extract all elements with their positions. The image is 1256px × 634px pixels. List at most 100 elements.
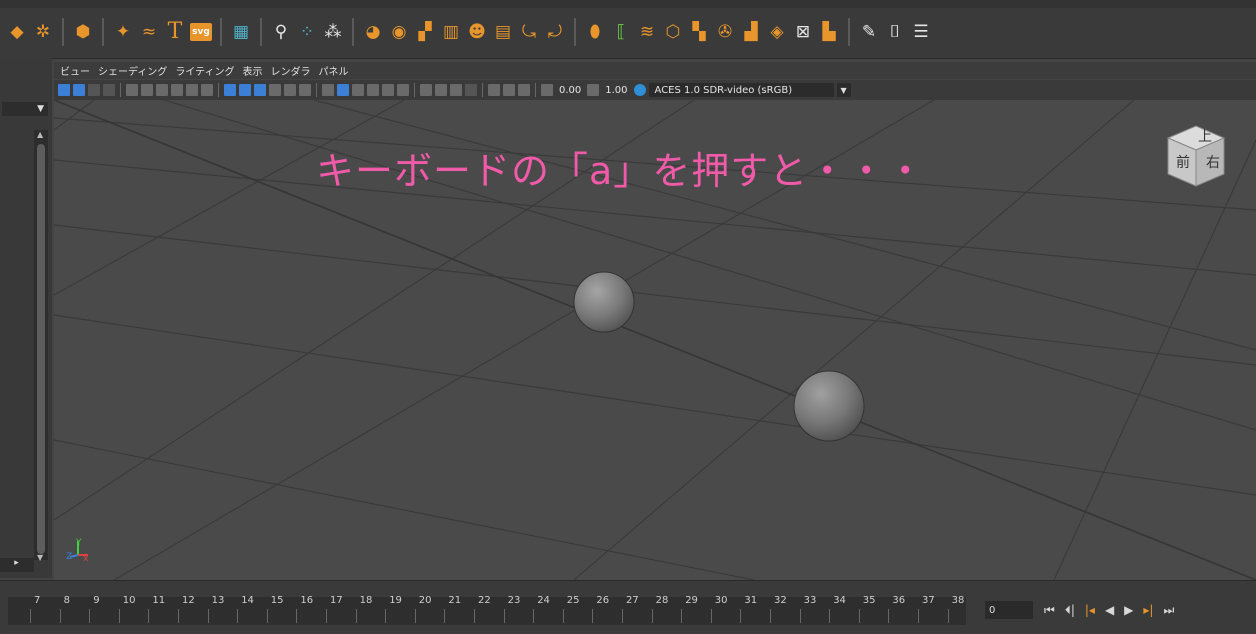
frame-icon[interactable]: ⌷ — [884, 21, 906, 43]
gamma-value[interactable]: 1.00 — [605, 85, 627, 96]
shadows-icon[interactable] — [322, 84, 334, 96]
diamond-icon[interactable]: ◆ — [6, 21, 28, 43]
joint-icon[interactable]: ⚲ — [270, 21, 292, 43]
shelf-separator — [102, 18, 104, 46]
paint-icon[interactable]: ◕ — [362, 21, 384, 43]
calculator-icon[interactable]: ▦ — [230, 21, 252, 43]
cube-stack-icon[interactable]: ▟ — [740, 21, 762, 43]
x-ray-components-icon[interactable] — [382, 84, 394, 96]
viewcube-right-label[interactable]: 右 — [1206, 152, 1220, 172]
go-to-start-icon[interactable]: ⏮ — [1044, 603, 1055, 618]
wireframe-icon[interactable] — [224, 84, 236, 96]
grid-icon[interactable]: ▤ — [492, 21, 514, 43]
flip-icon[interactable]: ⤾ — [544, 21, 566, 43]
resolution-gate-icon[interactable] — [171, 84, 183, 96]
building-icon[interactable]: ▥ — [440, 21, 462, 43]
menu-shading[interactable]: シェーディング — [98, 63, 167, 78]
scatter-cubes-icon[interactable]: ▚ — [688, 21, 710, 43]
shelf-tabs[interactable] — [0, 0, 1256, 8]
play-backward-icon[interactable]: ◀ — [1105, 603, 1114, 617]
tick-label: 17 — [330, 595, 343, 606]
dot-grid-icon[interactable]: ⁘ — [296, 21, 318, 43]
grid-toggle-icon[interactable] — [503, 84, 515, 96]
type-icon[interactable]: T — [164, 21, 186, 43]
menu-show[interactable]: 表示 — [243, 63, 263, 78]
color-management-icon[interactable] — [633, 84, 646, 96]
blocks-icon[interactable]: ▞ — [414, 21, 436, 43]
eye-icon[interactable]: ◈ — [766, 21, 788, 43]
camera-attributes-icon[interactable] — [73, 84, 85, 96]
menu-panels[interactable]: パネル — [319, 63, 349, 78]
box-x-icon[interactable]: ⊠ — [792, 21, 814, 43]
go-to-end-icon[interactable]: ⏭ — [1163, 603, 1174, 618]
viewcube-front-label[interactable]: 前 — [1176, 152, 1190, 172]
ambient-occlusion-icon[interactable] — [397, 84, 409, 96]
left-dropdown[interactable]: ▼ — [2, 102, 48, 116]
flow-icon[interactable]: ≋ — [636, 21, 658, 43]
wireframe-on-shaded-icon[interactable] — [269, 84, 281, 96]
scroll-up-icon[interactable]: ▲ — [37, 130, 43, 139]
menu-view[interactable]: ビュー — [60, 63, 90, 78]
scroll-down-icon[interactable]: ▼ — [37, 553, 43, 562]
bookmark-icon[interactable] — [88, 84, 100, 96]
textured-icon[interactable] — [284, 84, 296, 96]
frame-all-icon[interactable] — [518, 84, 530, 96]
step-back-frame-icon[interactable]: |◂ — [1085, 603, 1095, 617]
grease-pencil-icon[interactable] — [141, 84, 153, 96]
isolate-icon[interactable] — [337, 84, 349, 96]
depth-of-field-icon[interactable] — [450, 84, 462, 96]
menu-lighting[interactable]: ライティング — [175, 63, 234, 78]
scatter-icon[interactable]: ⁂ — [322, 21, 344, 43]
left-scrollbar[interactable]: ▲ ▼ — [34, 130, 48, 562]
tick-label: 9 — [93, 595, 100, 606]
hud-icon[interactable] — [488, 84, 500, 96]
use-all-lights-icon[interactable] — [299, 84, 311, 96]
star-icon[interactable]: ✦ — [112, 21, 134, 43]
wheel-icon[interactable]: ✇ — [714, 21, 736, 43]
x-ray-icon[interactable] — [352, 84, 364, 96]
sphere-object-1 — [573, 271, 635, 333]
cube-icon[interactable]: ⬡ — [662, 21, 684, 43]
tick-mark — [503, 609, 505, 623]
exposure-value[interactable]: 0.00 — [559, 85, 581, 96]
pencil-icon[interactable]: ✎ — [858, 21, 880, 43]
fill-icon[interactable]: ◉ — [388, 21, 410, 43]
polygon-sphere-icon[interactable]: ⬢ — [72, 21, 94, 43]
gate-mask-icon[interactable] — [186, 84, 198, 96]
bend-icon[interactable]: ⤿ — [518, 21, 540, 43]
list-pencil-icon[interactable]: ☰ — [910, 21, 932, 43]
viewcube-top-label[interactable]: 上 — [1198, 126, 1212, 146]
left-expand-button[interactable]: ▸ — [0, 558, 34, 572]
field-chart-icon[interactable] — [201, 84, 213, 96]
select-camera-icon[interactable] — [58, 84, 70, 96]
wrap-icon[interactable]: ▙ — [818, 21, 840, 43]
gamma-icon[interactable] — [587, 84, 600, 96]
film-gate-icon[interactable] — [156, 84, 168, 96]
image-plane-icon[interactable] — [103, 84, 115, 96]
x-ray-joints-icon[interactable] — [367, 84, 379, 96]
view-transform-dropdown[interactable]: ACES 1.0 SDR-video (sRGB) — [648, 83, 834, 97]
default-material-icon[interactable] — [254, 84, 266, 96]
cylinder-icon[interactable]: ⬮ — [584, 21, 606, 43]
face-icon[interactable]: ☻ — [466, 21, 488, 43]
play-forward-icon[interactable]: ▶ — [1124, 603, 1133, 617]
time-ruler[interactable]: 7 8 9 10 11 12 13 14 15 16 17 18 19 20 21 22 23 24 25 26 27 2… — [8, 595, 966, 625]
chevron-down-icon[interactable]: ▼ — [836, 83, 851, 97]
current-frame-field[interactable]: 0 — [985, 601, 1033, 619]
scroll-thumb[interactable] — [37, 144, 45, 554]
smooth-shade-icon[interactable] — [239, 84, 251, 96]
menu-renderer[interactable]: レンダラ — [271, 63, 311, 78]
tick-mark — [207, 609, 209, 623]
two-d-pan-icon[interactable] — [126, 84, 138, 96]
step-forward-key-icon[interactable]: ▸| — [1143, 603, 1153, 617]
isolate-select-icon[interactable] — [465, 84, 477, 96]
anti-aliasing-icon[interactable] — [435, 84, 447, 96]
tick-label: 20 — [418, 595, 432, 606]
exposure-icon[interactable] — [541, 84, 553, 96]
pinwheel-icon[interactable]: ✲ — [32, 21, 54, 43]
curve-text-icon[interactable]: ≈ — [138, 21, 160, 43]
step-back-key-icon[interactable]: ⏴| — [1065, 603, 1075, 618]
bracket-select-icon[interactable]: ⟦ — [610, 21, 632, 43]
svg-icon[interactable]: svg — [190, 23, 212, 41]
motion-blur-icon[interactable] — [420, 84, 432, 96]
